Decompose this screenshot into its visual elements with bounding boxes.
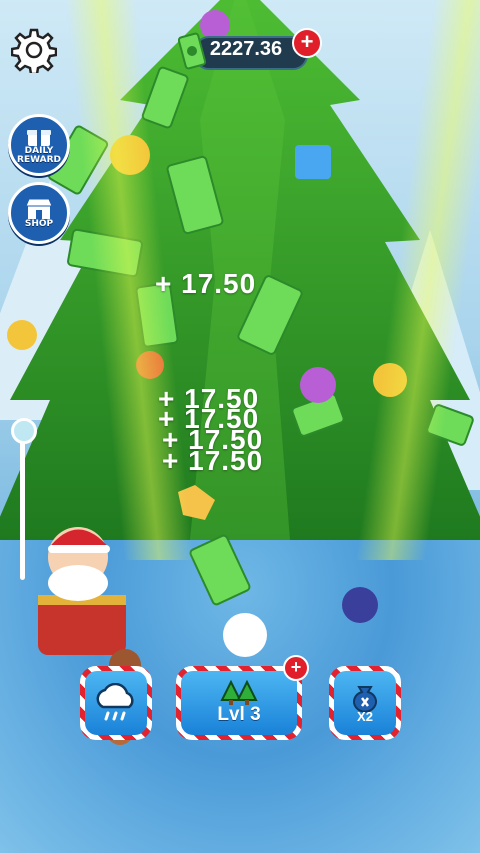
multiplier-label: X2 (357, 708, 373, 724)
trees-icon (220, 680, 258, 705)
shop-button[interactable]: SHOP (8, 182, 70, 244)
gift-icon (27, 130, 51, 146)
settings-button[interactable] (8, 24, 60, 76)
shop-label: SHOP (24, 218, 54, 229)
level-up-inner: Lvl 3 + (181, 655, 309, 735)
reward-popup: + 17.50 (162, 445, 264, 476)
currency-display: 2227.36 + (177, 28, 322, 70)
add-currency-button[interactable]: + (292, 28, 322, 58)
double-income-inner: X2 (334, 671, 396, 735)
level-plus-badge: + (283, 655, 309, 681)
cloud-rain-icon (96, 683, 134, 721)
storefront-icon (25, 198, 53, 219)
money-rain-inner (85, 671, 147, 735)
level-label: Lvl 3 (217, 704, 261, 725)
currency-amount: 2227.36 (209, 38, 283, 60)
vertical-slider-track[interactable] (20, 430, 25, 580)
level-up-button[interactable]: Lvl 3 + (176, 655, 309, 740)
money-rain-button[interactable] (80, 666, 152, 740)
reward-popup: + 17.50 (155, 268, 257, 299)
double-income-button[interactable]: X2 (329, 666, 401, 740)
daily-reward-button[interactable]: DAILY REWARD (8, 114, 70, 176)
gear-icon (11, 28, 57, 73)
daily-reward-label-2: REWARD (17, 155, 61, 165)
cash-icon (177, 32, 207, 70)
slider-knob[interactable] (11, 418, 37, 444)
